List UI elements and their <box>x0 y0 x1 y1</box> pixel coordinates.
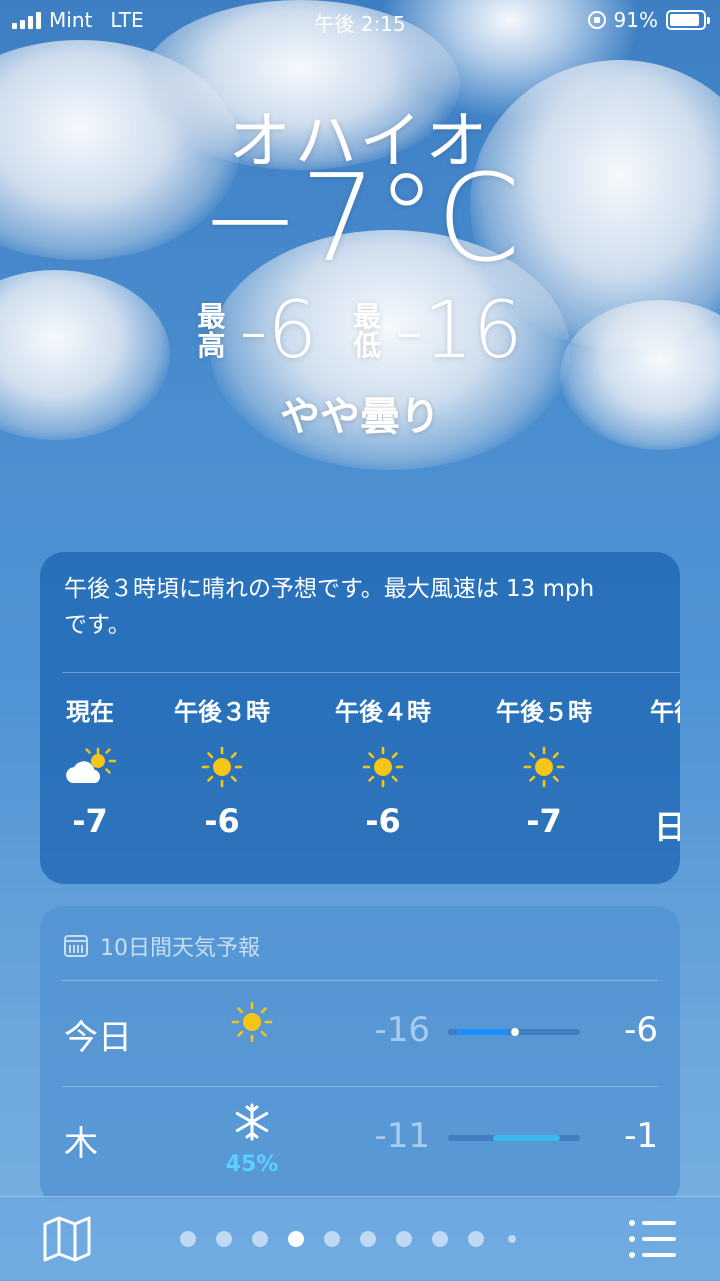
page-dot <box>180 1231 196 1247</box>
day-low: -11 <box>374 1116 430 1156</box>
day-high: -1 <box>624 1116 658 1156</box>
low-temp: -16 <box>395 286 523 376</box>
bottom-toolbar <box>0 1196 720 1281</box>
rotation-lock-icon <box>587 11 606 29</box>
calendar-icon <box>64 935 88 957</box>
temp-range-bar <box>448 1028 580 1036</box>
hourly-forecast-card[interactable]: 午後３時頃に晴れの予想です。最大風速は 13 mph です。 現在 -7 午後３… <box>40 552 680 884</box>
page-dot <box>468 1231 484 1247</box>
day-low: -16 <box>374 1010 430 1050</box>
page-dot <box>288 1231 304 1247</box>
sun-icon <box>313 732 453 802</box>
snowflake-icon <box>224 1102 280 1146</box>
sun-icon <box>224 1000 280 1048</box>
ten-day-title: 10日間天気予報 <box>100 936 260 961</box>
hour-item: 午後４時 -6 <box>313 692 453 840</box>
page-dot <box>360 1231 376 1247</box>
high-temp: -6 <box>239 286 318 376</box>
day-row[interactable]: 木 45% -11 -1 <box>40 1088 680 1192</box>
divider <box>62 1086 658 1087</box>
divider <box>62 980 658 981</box>
temp-range-bar <box>448 1135 580 1141</box>
status-bar: Mint LTE 午後 2:15 91% <box>0 0 720 40</box>
high-low: 最 高 -6 最 低 -16 <box>0 292 720 370</box>
ten-day-forecast-card[interactable]: 10日間天気予報 今日 -16 -6 木 45% -11 -1 <box>40 906 680 1206</box>
day-row[interactable]: 今日 -16 -6 <box>40 982 680 1086</box>
sun-icon <box>152 732 292 802</box>
page-indicator[interactable] <box>180 1231 516 1247</box>
temp-range-fill <box>492 1135 561 1141</box>
hour-item: 午後 日 <box>650 698 680 846</box>
page-dot <box>324 1231 340 1247</box>
hour-item: 現在 -7 <box>40 692 160 840</box>
low-label: 最 低 <box>353 299 382 362</box>
partly-cloudy-icon <box>40 732 160 802</box>
hourly-scroller[interactable]: 現在 -7 午後３時 -6 午後４時 -6 午後５時 -7 午 日 <box>40 692 680 862</box>
divider <box>62 672 680 673</box>
battery-icon <box>666 10 710 30</box>
day-high: -6 <box>624 1010 658 1050</box>
current-temperature: −7°C <box>199 150 521 289</box>
battery-percent: 91% <box>613 8 658 32</box>
hour-item: 午後５時 -7 <box>474 692 614 840</box>
day-name: 木 <box>64 1124 98 1164</box>
temp-range-fill <box>457 1029 509 1035</box>
condition-text: やや曇り <box>280 394 440 440</box>
list-icon[interactable] <box>628 1219 678 1263</box>
precip-chance: 45% <box>225 1152 279 1177</box>
page-dot <box>216 1231 232 1247</box>
map-icon[interactable] <box>42 1215 92 1267</box>
high-label: 最 高 <box>197 299 226 362</box>
page-dot <box>252 1231 268 1247</box>
day-name: 今日 <box>64 1018 132 1058</box>
current-temp-dot <box>511 1028 520 1036</box>
hour-item: 午後３時 -6 <box>152 692 292 840</box>
page-dot <box>396 1231 412 1247</box>
sun-icon <box>474 732 614 802</box>
page-dot <box>508 1235 516 1243</box>
ten-day-header: 10日間天気予報 <box>64 930 260 962</box>
forecast-summary: 午後３時頃に晴れの予想です。最大風速は 13 mph です。 <box>64 576 595 638</box>
page-dot <box>432 1231 448 1247</box>
